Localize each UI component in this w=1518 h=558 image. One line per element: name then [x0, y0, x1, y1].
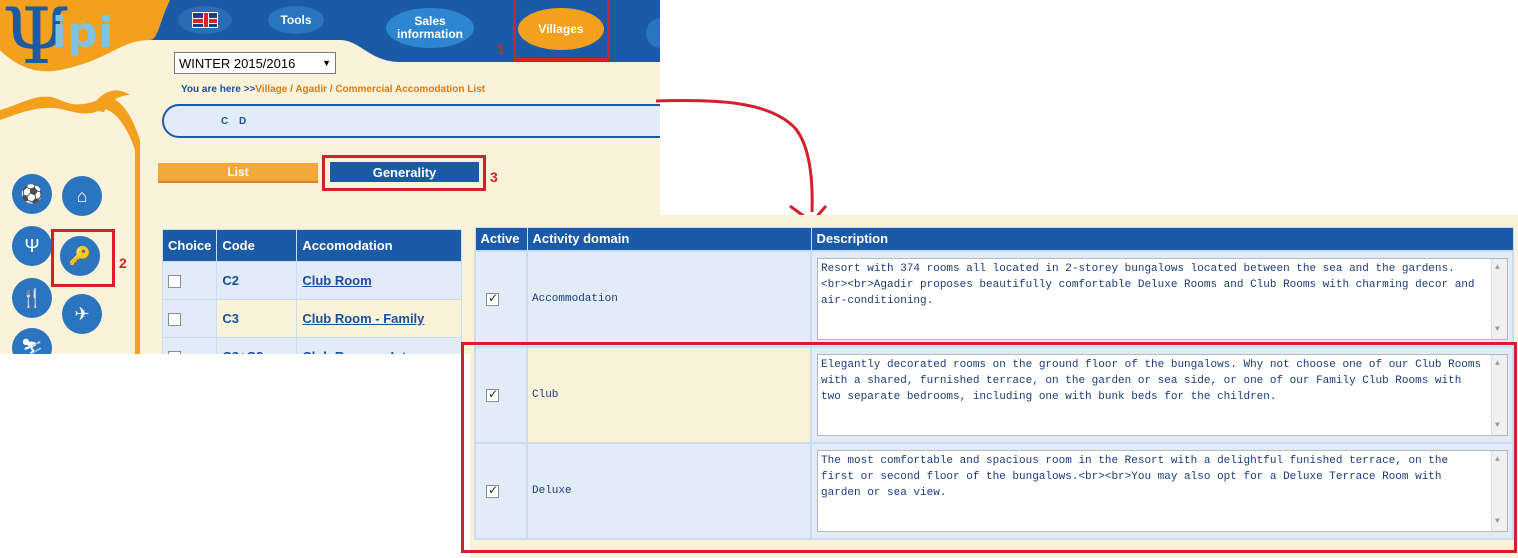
header-active: Active [474, 227, 528, 251]
accommodation-link[interactable]: Club Rooms - Int [296, 337, 462, 354]
accommodation-table: Choice Code Accomodation C2 Club Room C3… [161, 229, 462, 354]
restaurant-icon[interactable]: 🍴 [12, 278, 52, 318]
table-row: C2 Club Room [161, 261, 462, 300]
description-text: Resort with 374 rooms all located in 2-s… [821, 262, 1475, 307]
letter-filter-bar: C D [162, 104, 660, 138]
nav-tools[interactable]: Tools [268, 6, 324, 34]
choice-cell [161, 261, 218, 300]
choice-cell [161, 299, 218, 338]
code-cell: C3 [216, 299, 298, 338]
highlight-villages [513, 0, 610, 61]
left-rail: Ψ ipi ⚽ ⌂ Ψ 🔑 🍴 ✈ ⛷ [0, 0, 150, 354]
accommodation-link[interactable]: Club Room - Family [296, 299, 462, 338]
annotation-step-2: 2 [119, 255, 127, 271]
table-header-row: Choice Code Accomodation [161, 229, 462, 262]
header-accomodation: Accomodation [296, 229, 462, 262]
breadcrumb: You are here >>Village / Agadir / Commer… [181, 84, 485, 95]
letter-filter-links[interactable]: C D [221, 116, 246, 127]
season-select[interactable]: WINTER 2015/2016 ▼ [174, 52, 336, 74]
header-code: Code [216, 229, 298, 262]
ipi-logo[interactable]: Ψ ipi [2, 0, 120, 90]
description-cell: Resort with 374 rooms all located in 2-s… [810, 249, 1514, 348]
header-description: Description [810, 227, 1514, 251]
table-row: C3 Club Room - Family [161, 299, 462, 338]
nav-sales-label: Sales information [397, 14, 463, 41]
activity-domain: Accommodation [526, 249, 812, 348]
scrollbar[interactable]: ▲ ▼ [1491, 258, 1507, 339]
screenshot-stage: Ψ ipi ⚽ ⌂ Ψ 🔑 🍴 ✈ ⛷ Tools Sales informati… [0, 0, 1518, 558]
uk-flag-icon [192, 12, 218, 28]
nav-sales-information[interactable]: Sales information [386, 8, 474, 48]
activity-header-row: Active Activity domain Description [474, 227, 1514, 251]
code-cell: C2 [216, 261, 298, 300]
breadcrumb-path[interactable]: Village / Agadir / Commercial Accomodati… [255, 84, 485, 95]
header-choice: Choice [161, 229, 218, 262]
choice-checkbox[interactable] [168, 351, 181, 354]
highlight-club-deluxe-rows [461, 342, 1517, 553]
description-textarea[interactable]: Resort with 374 rooms all located in 2-s… [817, 257, 1508, 340]
table-row: Accommodation Resort with 374 rooms all … [474, 249, 1514, 348]
language-button[interactable] [178, 6, 232, 34]
hotel-icon[interactable]: ⌂ [62, 176, 102, 216]
sports-icon[interactable]: ⚽ [12, 174, 52, 214]
code-cell: C2+C2 [216, 337, 298, 354]
accommodation-link[interactable]: Club Room [296, 261, 462, 300]
active-cell [474, 249, 528, 348]
club-icon[interactable]: Ψ [12, 226, 52, 266]
logo-text: ipi [52, 8, 114, 57]
header-activity-domain: Activity domain [526, 227, 812, 251]
breadcrumb-prefix: You are here >> [181, 84, 256, 95]
table-row: C2+C2 Club Rooms - Int [161, 337, 462, 354]
season-select-value: WINTER 2015/2016 [179, 55, 296, 71]
highlight-accommodation-icon [51, 229, 115, 287]
transport-icon[interactable]: ✈ [62, 294, 102, 334]
tab-list[interactable]: List [158, 163, 318, 183]
active-checkbox[interactable] [486, 291, 499, 307]
highlight-generality-tab [322, 155, 486, 191]
annotation-step-1: 1 [497, 41, 505, 57]
choice-cell [161, 337, 218, 354]
annotation-step-3: 3 [490, 169, 498, 185]
scroll-down-icon[interactable]: ▼ [1495, 322, 1500, 338]
choice-checkbox[interactable] [168, 275, 181, 289]
choice-checkbox[interactable] [168, 313, 181, 327]
scroll-up-icon[interactable]: ▲ [1495, 260, 1500, 276]
chevron-down-icon: ▼ [322, 58, 331, 68]
